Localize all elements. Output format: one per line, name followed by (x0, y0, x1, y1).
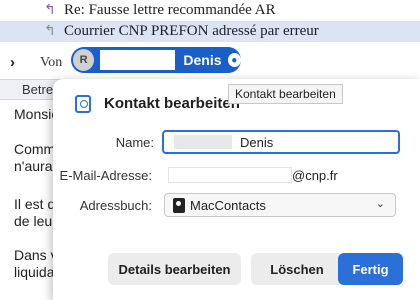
addressbook-select[interactable]: MacContacts ⌄ (164, 193, 396, 217)
reply-arrow-icon: ↰ (44, 3, 56, 18)
email-field[interactable]: @cnp.fr (168, 165, 408, 185)
redacted-text (168, 167, 292, 183)
body-line: liquidat (14, 264, 59, 280)
contact-card-icon[interactable]: ● (227, 53, 241, 67)
subject-label: Betre (22, 82, 54, 97)
reply-arrow-icon: ↰ (44, 24, 56, 39)
name-input[interactable]: Denis (162, 130, 400, 154)
done-button[interactable]: Fertig (338, 253, 403, 285)
redacted-name (100, 50, 176, 70)
sender-name: Denis (183, 52, 222, 68)
name-value: Denis (240, 134, 274, 150)
expand-chevron-icon[interactable]: › (10, 54, 15, 71)
address-book-icon (173, 197, 185, 213)
thread-subject: Courrier CNP PREFON adressé par erreur (64, 23, 319, 39)
delete-button[interactable]: Löschen (251, 253, 343, 285)
thread-row-selected[interactable]: ↰ Courrier CNP PREFON adressé par erreur (0, 21, 420, 42)
email-label: E-Mail-Adresse: (59, 168, 152, 183)
avatar: R (73, 49, 95, 71)
sender-pill[interactable]: R Denis ● (71, 47, 241, 73)
email-value: @cnp.fr (292, 167, 338, 183)
details-button[interactable]: Details bearbeiten (108, 253, 241, 285)
tooltip: Kontakt bearbeiten (228, 84, 343, 104)
thread-subject: Re: Fausse lettre recommandée AR (64, 2, 276, 18)
addressbook-label: Adressbuch: (79, 198, 152, 213)
edit-contact-dialog: Kontakt bearbeiten Name: Denis E-Mail-Ad… (53, 79, 420, 300)
thread-row[interactable]: ↰ Re: Fausse lettre recommandée AR (0, 0, 420, 21)
from-label: Von (40, 55, 63, 70)
redacted-text (174, 135, 232, 149)
addressbook-value: MacContacts (190, 197, 266, 213)
contact-card-icon (75, 95, 91, 113)
chevron-down-icon: ⌄ (375, 198, 385, 210)
name-label: Name: (115, 135, 154, 150)
dialog-title: Kontakt bearbeiten (104, 95, 240, 112)
